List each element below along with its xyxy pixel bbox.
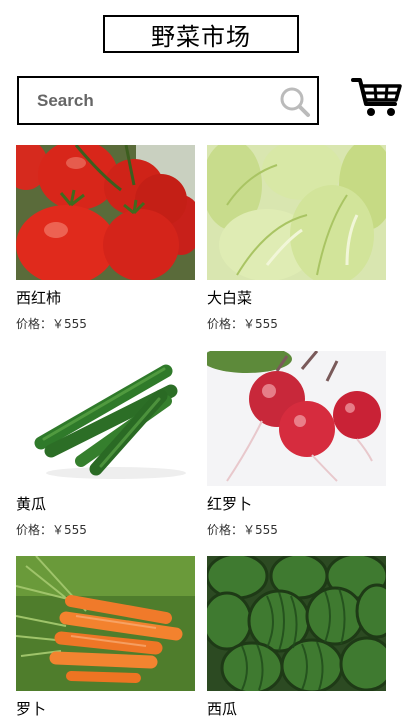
product-name: 大白菜 bbox=[207, 289, 253, 307]
product-price: 价格：￥555 bbox=[207, 317, 278, 331]
product-name: 西瓜 bbox=[207, 700, 238, 718]
product-card-cucumber[interactable]: 黄瓜 价格：￥555 bbox=[16, 351, 195, 537]
tomato-image[interactable] bbox=[16, 145, 195, 280]
product-price: 价格：￥555 bbox=[207, 523, 278, 537]
product-name: 罗卜 bbox=[16, 700, 47, 718]
search-icon[interactable] bbox=[279, 86, 311, 118]
product-name: 黄瓜 bbox=[16, 495, 47, 513]
watermelon-image[interactable] bbox=[207, 556, 386, 691]
product-name: 西红柿 bbox=[16, 289, 62, 307]
red-radish-image[interactable] bbox=[207, 351, 386, 486]
product-name: 红罗卜 bbox=[207, 495, 253, 513]
product-card-tomato[interactable]: 西红柿 价格：￥555 bbox=[16, 145, 195, 331]
shopping-cart-icon[interactable] bbox=[351, 76, 403, 118]
napa-cabbage-image[interactable] bbox=[207, 145, 386, 280]
search-input[interactable] bbox=[19, 78, 317, 123]
carrot-image[interactable] bbox=[16, 556, 195, 691]
product-price: 价格：￥555 bbox=[16, 523, 87, 537]
product-card-carrot[interactable]: 罗卜 bbox=[16, 556, 195, 718]
product-price: 价格：￥555 bbox=[16, 317, 87, 331]
page-title: 野菜市场 bbox=[103, 15, 299, 53]
search-bar bbox=[17, 76, 319, 125]
cucumber-image[interactable] bbox=[16, 351, 195, 486]
product-card-watermelon[interactable]: 西瓜 bbox=[207, 556, 386, 718]
page-title-text: 野菜市场 bbox=[151, 22, 251, 51]
product-card-red-radish[interactable]: 红罗卜 价格：￥555 bbox=[207, 351, 386, 537]
product-card-napa-cabbage[interactable]: 大白菜 价格：￥555 bbox=[207, 145, 386, 331]
